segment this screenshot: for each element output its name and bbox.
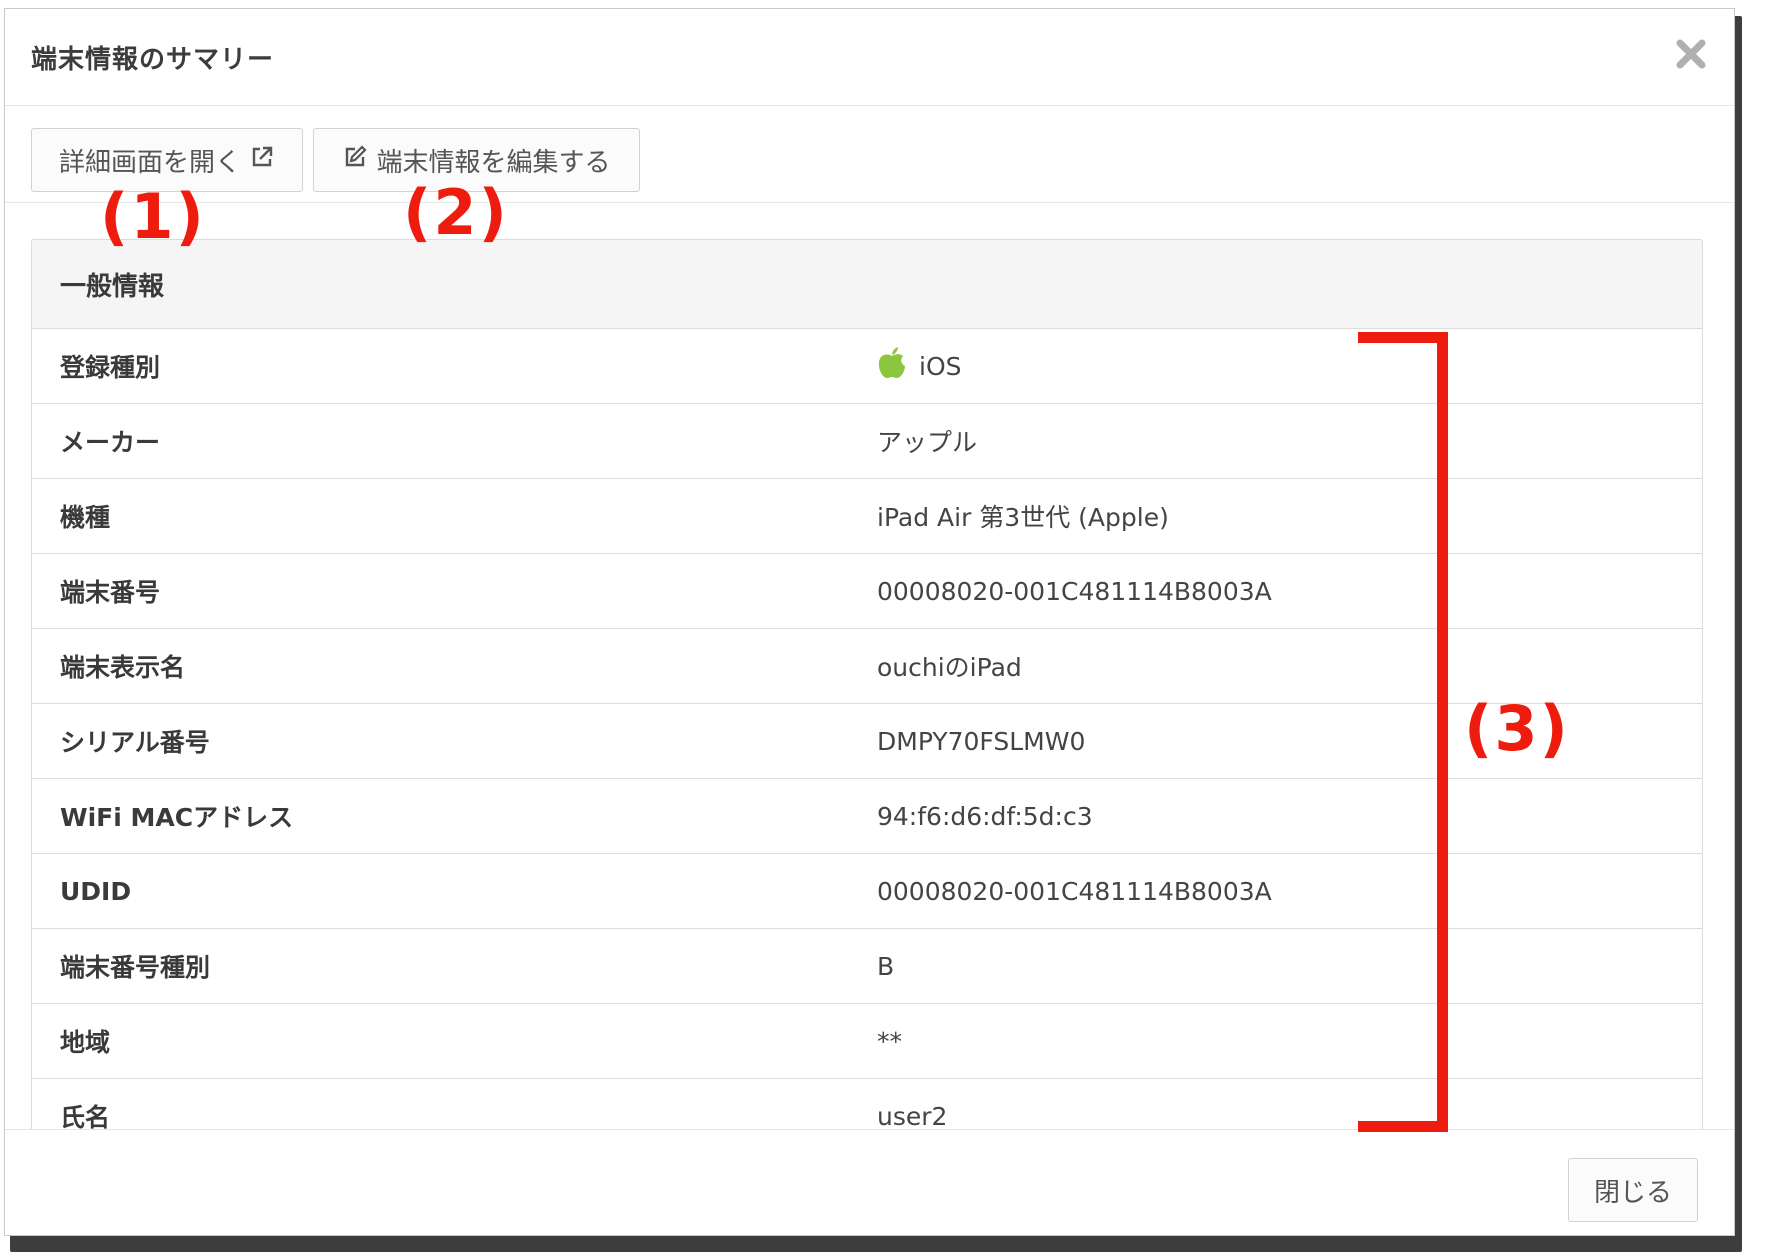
row-value: DMPY70FSLMW0 [877, 726, 1086, 756]
row-value: 00008020-001C481114B8003A [877, 876, 1272, 906]
row-label: 端末番号 [60, 578, 161, 607]
annotation-bracket [1358, 332, 1448, 1132]
table-row: メーカー アップル [32, 404, 1702, 479]
general-info-panel: 一般情報 登録種別 iOS メーカー アップル 機種 iPad Air 第3世代… [31, 239, 1703, 1235]
row-value: 00008020-001C481114B8003A [877, 576, 1272, 606]
row-label: メーカー [60, 428, 161, 457]
annotation-label-3: (3) [1464, 692, 1570, 765]
close-x-icon[interactable] [1674, 37, 1708, 71]
dialog-title: 端末情報のサマリー [31, 45, 275, 75]
row-value: ouchiのiPad [877, 653, 1022, 682]
table-row: UDID 00008020-001C481114B8003A [32, 854, 1702, 929]
row-value: user2 [877, 1101, 948, 1131]
row-label: 端末表示名 [60, 653, 186, 682]
panel-heading: 一般情報 [32, 240, 1702, 329]
table-row: 地域 ** [32, 1004, 1702, 1079]
row-label: UDID [60, 876, 132, 906]
table-row: 端末表示名 ouchiのiPad [32, 629, 1702, 704]
table-row: 端末番号 00008020-001C481114B8003A [32, 554, 1702, 629]
row-label: 地域 [60, 1028, 111, 1057]
row-label: シリアル番号 [60, 728, 210, 757]
platform-value: iOS [919, 351, 962, 381]
dialog-header: 端末情報のサマリー [5, 9, 1734, 106]
row-value: 94:f6:d6:df:5d:c3 [877, 801, 1093, 831]
row-label: 端末番号種別 [60, 953, 211, 982]
device-summary-dialog: 端末情報のサマリー 詳細画面を開く 端末情報を編集する 一般情報 登録種別 iO… [4, 8, 1735, 1236]
table-row: WiFi MACアドレス 94:f6:d6:df:5d:c3 [32, 779, 1702, 854]
table-row: 機種 iPad Air 第3世代 (Apple) [32, 479, 1702, 554]
annotation-label-2: (2) [403, 176, 509, 249]
row-value: ** [877, 1026, 902, 1056]
row-label: 機種 [60, 503, 111, 532]
open-detail-label: 詳細画面を開く [58, 147, 241, 178]
row-label: WiFi MACアドレス [60, 803, 294, 832]
table-row: 端末番号種別 B [32, 929, 1702, 1004]
row-label: 登録種別 [60, 353, 161, 382]
edit-icon [342, 144, 368, 177]
apple-icon [877, 346, 907, 386]
external-link-icon [249, 144, 275, 177]
row-value: アップル [877, 428, 978, 457]
table-row: シリアル番号 DMPY70FSLMW0 [32, 704, 1702, 779]
edit-device-label: 端末情報を編集する [376, 147, 611, 178]
table-row: 登録種別 iOS [32, 329, 1702, 404]
dialog-footer: 閉じる [5, 1129, 1734, 1235]
annotation-label-1: (1) [100, 180, 206, 253]
row-value: iPad Air 第3世代 (Apple) [877, 503, 1169, 532]
close-button[interactable]: 閉じる [1568, 1158, 1698, 1222]
row-value: B [877, 951, 895, 981]
dialog-toolbar: 詳細画面を開く 端末情報を編集する [5, 106, 1734, 203]
row-value: iOS [877, 346, 962, 386]
